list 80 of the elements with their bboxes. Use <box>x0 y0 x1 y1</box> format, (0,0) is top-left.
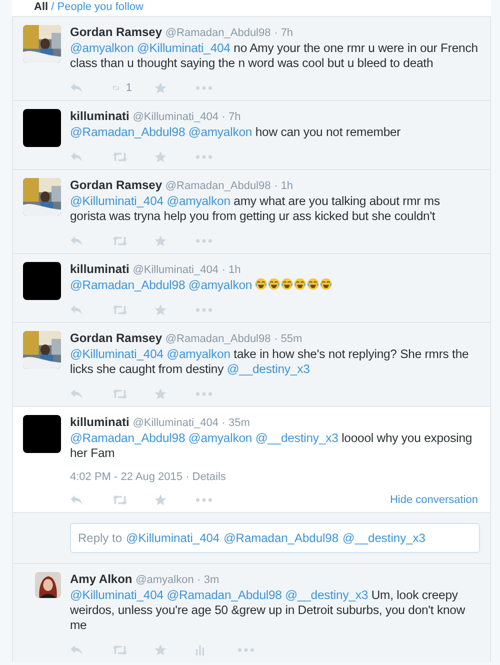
user-handle: @Killuminati_404 <box>132 264 218 276</box>
mention-link[interactable]: @amyalkon <box>70 41 134 55</box>
mention-link[interactable]: @Killuminati_404 <box>70 194 164 208</box>
hide-conversation-link[interactable]: Hide conversation <box>390 494 478 506</box>
retweet-icon[interactable] <box>112 388 128 400</box>
retweet-icon[interactable] <box>112 304 128 316</box>
mention-link[interactable]: @Killuminati_404 <box>136 41 230 55</box>
retweet-icon[interactable] <box>112 235 128 247</box>
mention-link[interactable]: @amyalkon <box>188 431 252 445</box>
mention-link[interactable]: @__destiny_x3 <box>226 362 310 376</box>
user-handle: @Ramadan_Abdul98 <box>165 27 271 39</box>
tweet-text: @Killuminati_404 @amyalkon amy what are you talking about rmr ms gorista was tryna help you from getting ur ass kicked but she couldn't <box>70 194 441 224</box>
laughing-emoji-icon <box>268 278 280 290</box>
laughing-emoji-icon <box>294 278 306 290</box>
reply-icon[interactable] <box>70 388 83 400</box>
reply-icon[interactable] <box>70 494 83 506</box>
laughing-emoji-icon <box>320 278 332 290</box>
reply-icon[interactable] <box>70 235 83 247</box>
tweet-time[interactable]: · 7h <box>274 27 294 39</box>
mention-link[interactable]: @amyalkon <box>188 125 252 139</box>
star-icon[interactable] <box>154 644 167 656</box>
user-handle: @Killuminati_404 <box>132 111 218 123</box>
user-name[interactable]: killuminati <box>70 262 130 276</box>
tweet-time[interactable]: · 3m <box>197 574 220 586</box>
user-name[interactable]: killuminati <box>70 415 130 429</box>
user-name[interactable]: Gordan Ramsey <box>70 25 162 39</box>
user-handle: @Ramadan_Abdul98 <box>165 333 271 345</box>
mention-link[interactable]: @__destiny_x3 <box>285 588 368 602</box>
avatar <box>23 262 61 300</box>
mention-link[interactable]: @Killuminati_404 <box>70 347 164 361</box>
people-you-follow-link[interactable]: / People you follow <box>51 1 144 13</box>
user-name[interactable]: Gordan Ramsey <box>70 331 162 345</box>
tweet-timestamp: 4:02 PM - 22 Aug 2015 · Details <box>70 471 227 483</box>
tweet-time[interactable]: · 7h <box>222 111 241 123</box>
tweet-text: @Ramadan_Abdul98 @amyalkon how can you not remember <box>70 125 402 140</box>
user-name[interactable]: Gordan Ramsey <box>70 178 162 192</box>
user-handle: @amyalkon <box>136 574 194 586</box>
user-handle: @Ramadan_Abdul98 <box>165 180 271 192</box>
laughing-emoji-icon <box>255 278 268 290</box>
retweet-icon[interactable] <box>112 151 128 163</box>
reply-icon[interactable] <box>70 304 83 316</box>
mention-link[interactable]: @Ramadan_Abdul98 <box>70 125 186 139</box>
tweet-text: @Killuminati_404 @amyalkon take in how she's not replying? She rmrs the licks she caught from destiny @__destiny_x3 <box>70 347 470 377</box>
star-icon[interactable] <box>154 151 167 163</box>
tweet-time[interactable]: · 35m <box>222 417 250 429</box>
star-icon[interactable] <box>154 235 167 247</box>
user-name[interactable]: Amy Alkon <box>70 572 132 586</box>
tweet-text: @amyalkon @Killuminati_404 no Amy your the one rmr u were in our French class than u thought saying the n word was cool but u bleed to death <box>70 41 478 71</box>
reply-icon[interactable] <box>70 82 83 94</box>
reply-icon[interactable] <box>70 151 83 163</box>
star-icon[interactable] <box>154 304 167 316</box>
user-name[interactable]: killuminati <box>70 109 130 123</box>
tweet-time[interactable]: · 55m <box>274 333 302 345</box>
star-icon[interactable] <box>154 494 167 506</box>
reply-icon[interactable] <box>70 644 83 656</box>
retweet-icon[interactable] <box>112 494 128 506</box>
user-handle: @Killuminati_404 <box>132 417 218 429</box>
tweet-time[interactable]: · 1h <box>222 264 241 276</box>
laughing-emoji-icon <box>281 278 294 290</box>
reply-field[interactable]: Reply to @Killuminati_404 @Ramadan_Abdul98 @__destiny_x3 <box>70 523 480 553</box>
avatar <box>23 109 61 147</box>
mention-link[interactable]: @Ramadan_Abdul98 <box>166 588 282 602</box>
mention-link[interactable]: @Ramadan_Abdul98 <box>70 278 186 292</box>
tweet-time[interactable]: · 1h <box>274 180 294 192</box>
laughing-emoji-icon <box>307 278 320 290</box>
mention-link[interactable]: @amyalkon <box>166 194 230 208</box>
star-icon[interactable] <box>154 82 167 94</box>
tweet-text: @Ramadan_Abdul98 @amyalkon @__destiny_x3 looool why you exposing her Fam <box>70 431 474 461</box>
mention-link[interactable]: @__destiny_x3 <box>255 431 338 445</box>
retweet-count: 1 <box>126 82 132 94</box>
star-icon[interactable] <box>154 388 167 400</box>
bar-chart-icon[interactable] <box>196 644 204 656</box>
avatar <box>23 415 61 453</box>
filter-all-link[interactable]: All <box>34 1 48 13</box>
tweet-text: @Killuminati_404 @Ramadan_Abdul98 @__destiny_x3 Um, look creepy weirdos, unless you're age 50 &grew up in Detroit suburbs, you don't know me <box>70 588 466 633</box>
mention-link[interactable]: @Ramadan_Abdul98 <box>70 431 186 445</box>
mention-link[interactable]: @Killuminati_404 <box>70 588 164 602</box>
mention-link[interactable]: @amyalkon <box>188 278 252 292</box>
mention-link[interactable]: @amyalkon <box>166 347 230 361</box>
retweet-icon[interactable] <box>112 644 128 656</box>
